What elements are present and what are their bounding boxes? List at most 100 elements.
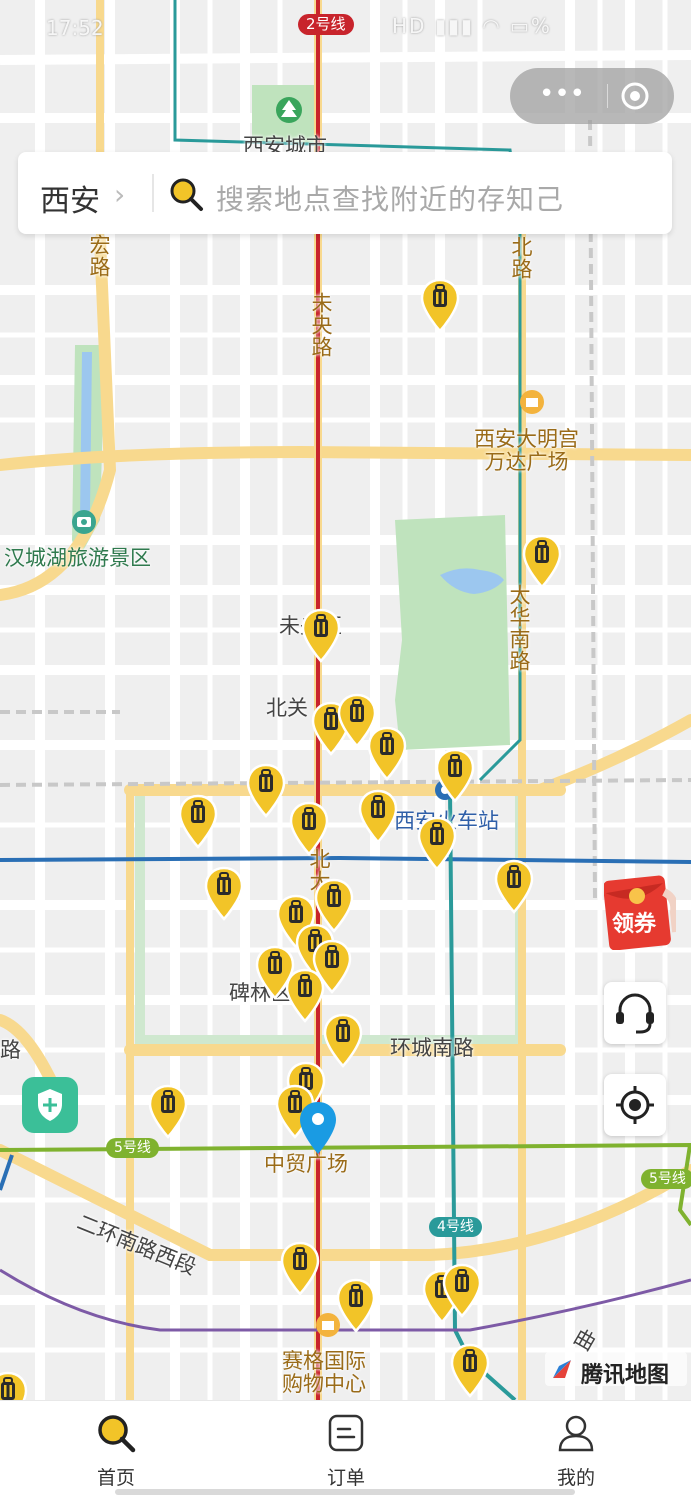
tencent-map-logo-icon xyxy=(553,1360,571,1378)
storage-pin[interactable] xyxy=(435,747,475,803)
storage-pin[interactable] xyxy=(178,793,218,849)
coupon-button[interactable]: 领券 xyxy=(603,872,680,951)
attribution-text: 腾讯地图 xyxy=(581,1363,670,1388)
search-icon xyxy=(170,178,203,211)
storage-pin[interactable] xyxy=(336,1277,376,1333)
storage-pin[interactable] xyxy=(301,607,341,663)
tab-home[interactable]: 首页 xyxy=(56,1401,176,1491)
map-label-hancheng-lake: 汉城湖旅游景区 xyxy=(4,546,151,570)
map-label-huancheng-south: 环城南路 xyxy=(390,1036,474,1060)
tree-icon xyxy=(276,97,302,123)
target-circle-icon[interactable] xyxy=(619,80,651,112)
luggage-pin-icon xyxy=(323,1013,363,1068)
storage-pin[interactable] xyxy=(148,1083,188,1139)
map-label-saige: 赛格国际 购物中心 xyxy=(282,1349,366,1397)
search-icon xyxy=(98,1415,136,1453)
tab-profile-label: 我的 xyxy=(556,1467,595,1489)
coupon-label: 领券 xyxy=(612,912,657,937)
map-label-daming-palace: 西安大明宫 万达广场 xyxy=(474,427,579,475)
tab-bar: 首页 订单 我的 xyxy=(0,1400,691,1498)
storage-pin[interactable] xyxy=(442,1262,482,1318)
luggage-pin-icon xyxy=(246,763,286,818)
tab-orders[interactable]: 订单 xyxy=(286,1401,406,1491)
map-label-taihua-road: 太华南路 xyxy=(507,584,531,672)
status-bar: 17:52 HD ▮▮▮ ◠ ▭% xyxy=(0,8,691,42)
home-indicator xyxy=(115,1489,575,1495)
storage-pin[interactable] xyxy=(417,815,457,871)
storage-pin[interactable] xyxy=(280,1240,320,1296)
luggage-pin-icon xyxy=(289,801,329,856)
locate-icon xyxy=(616,1086,654,1124)
luggage-pin-icon xyxy=(367,726,407,781)
shield-icon xyxy=(38,1089,62,1121)
chevron-right-icon[interactable]: › xyxy=(114,178,125,211)
luggage-pin-icon xyxy=(336,1278,376,1333)
metro-badge-line-5-left: 5号线 xyxy=(106,1138,159,1158)
search-bar: 西安 › 搜索地点查找附近的存知己 xyxy=(18,152,672,234)
current-location-pin xyxy=(300,1102,336,1154)
locate-button[interactable] xyxy=(604,1074,666,1136)
search-input[interactable]: 搜索地点查找附近的存知己 xyxy=(216,178,564,218)
city-selector[interactable]: 西安 xyxy=(40,176,100,220)
miniapp-capsule: ••• xyxy=(510,68,674,124)
luggage-pin-icon xyxy=(148,1084,188,1139)
storage-pin[interactable] xyxy=(204,865,244,921)
storage-pin[interactable] xyxy=(289,800,329,856)
hd-icon: HD xyxy=(392,14,427,38)
safety-button[interactable] xyxy=(22,1077,78,1133)
map-attribution: 腾讯地图 xyxy=(545,1352,687,1388)
metro-badge-line-5-right: 5号线 xyxy=(641,1169,691,1189)
status-icons: HD ▮▮▮ ◠ ▭% xyxy=(392,14,552,38)
storage-pin[interactable] xyxy=(323,1012,363,1068)
storage-pin[interactable] xyxy=(285,967,325,1023)
wifi-icon: ◠ xyxy=(482,14,502,38)
tab-home-label: 首页 xyxy=(96,1467,135,1489)
luggage-pin-icon xyxy=(417,816,457,871)
shopping-bag-icon xyxy=(520,390,544,414)
battery-text: % xyxy=(530,14,552,38)
storage-pin[interactable] xyxy=(246,762,286,818)
map-label-hong-road: 宏路 xyxy=(87,234,111,278)
luggage-pin-icon xyxy=(0,1371,28,1400)
order-icon xyxy=(328,1414,364,1452)
luggage-pin-icon xyxy=(280,1241,320,1296)
more-button[interactable]: ••• xyxy=(534,80,590,112)
map-label-beiguan: 北关 xyxy=(266,696,308,720)
signal-icon: ▮▮▮ xyxy=(434,14,474,38)
tab-profile[interactable]: 我的 xyxy=(516,1401,636,1491)
luggage-pin-icon xyxy=(420,278,460,333)
luggage-pin-icon xyxy=(285,968,325,1023)
storage-pin[interactable] xyxy=(522,533,562,589)
red-envelope-icon xyxy=(603,875,680,951)
storage-pin[interactable] xyxy=(0,1370,28,1400)
storage-pin[interactable] xyxy=(450,1342,490,1398)
status-time: 17:52 xyxy=(46,16,104,40)
luggage-pin-icon xyxy=(178,794,218,849)
tab-orders-label: 订单 xyxy=(326,1467,365,1489)
storage-pin[interactable] xyxy=(358,788,398,844)
search-divider xyxy=(152,174,154,212)
luggage-pin-icon xyxy=(301,608,341,663)
battery-icon: ▭ xyxy=(510,14,531,38)
map-label-weiyang-road: 未央路 xyxy=(309,292,333,358)
metro-line-blue xyxy=(0,855,691,864)
profile-icon xyxy=(558,1415,594,1452)
headset-icon xyxy=(616,993,654,1034)
luggage-pin-icon xyxy=(450,1343,490,1398)
camera-icon xyxy=(72,510,96,534)
luggage-pin-icon xyxy=(204,866,244,921)
storage-pin[interactable] xyxy=(494,858,534,914)
storage-pin[interactable] xyxy=(420,277,460,333)
storage-pin[interactable] xyxy=(367,725,407,781)
luggage-pin-icon xyxy=(442,1263,482,1318)
support-button[interactable] xyxy=(604,982,666,1044)
luggage-pin-icon xyxy=(522,534,562,589)
capsule-divider xyxy=(607,84,608,108)
luggage-pin-icon xyxy=(494,859,534,914)
map-label-bei-road: 北路 xyxy=(509,236,533,280)
daming-palace-park xyxy=(395,515,510,750)
luggage-pin-icon xyxy=(358,789,398,844)
luggage-pin-icon xyxy=(435,748,475,803)
map-label-zhongmao: 中贸广场 xyxy=(264,1152,348,1176)
map-label-road-edge: 路 xyxy=(0,1038,21,1062)
